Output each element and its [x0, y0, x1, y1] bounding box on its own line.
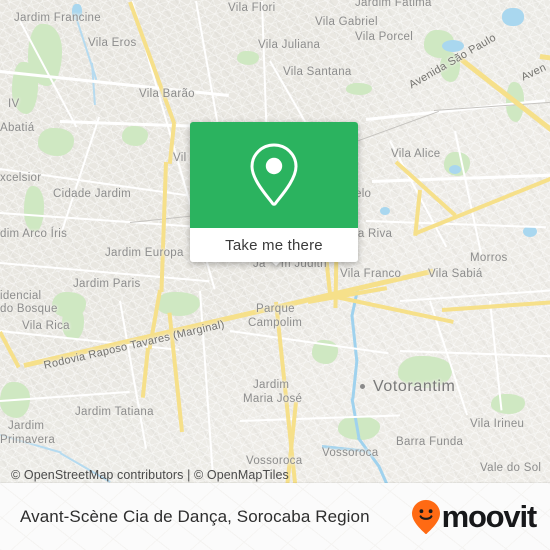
- map-label: Vila Gabriel: [315, 16, 378, 28]
- lake-area: [380, 207, 390, 215]
- map-label: Vila Flori: [228, 2, 276, 14]
- map-label: Vossoroca: [246, 455, 303, 467]
- map-pin-icon: [250, 143, 298, 206]
- take-me-there-button[interactable]: Take me there: [190, 228, 358, 262]
- footer-bar: Avant-Scène Cia de Dança, Sorocaba Regio…: [0, 483, 550, 550]
- map-label: Barra Funda: [396, 436, 464, 448]
- map-label: Campolim: [248, 317, 303, 329]
- map-label: Abatiá: [0, 122, 35, 134]
- map-label: do Bosque: [0, 303, 58, 315]
- map-label: Jardim Paris: [73, 278, 141, 290]
- map-label: Vila Juliana: [258, 39, 321, 51]
- map-label: Vale do Sol: [480, 462, 542, 474]
- map-label: Jardim Europa: [105, 247, 184, 259]
- map-label: Vila Irineu: [470, 418, 525, 430]
- park-area: [24, 186, 44, 232]
- map-label: Jardim Francine: [14, 12, 101, 24]
- map-label: Vila Barão: [139, 88, 195, 100]
- moovit-smiley-pin-icon: [411, 499, 440, 534]
- map-label: xcelsior: [0, 172, 42, 184]
- map-label: IV: [8, 98, 20, 110]
- map-label: Vila Porcel: [355, 31, 414, 43]
- map-label: Morros: [470, 252, 508, 264]
- map-label: Cidade Jardim: [53, 188, 132, 200]
- map-label: Vila Sabiá: [428, 268, 483, 280]
- map-label: Vila Alice: [391, 148, 441, 160]
- park-area: [156, 292, 200, 316]
- map-label: Jardim: [8, 420, 45, 432]
- park-area: [346, 83, 372, 95]
- moovit-logo[interactable]: moovit: [411, 499, 538, 535]
- moovit-map-screen: Jardim Francine Vila Flori Vila Gabriel Jar…: [0, 0, 550, 550]
- map-label: Vossoroca: [322, 447, 379, 459]
- map-label: la Riva: [355, 228, 393, 240]
- park-area: [237, 51, 259, 65]
- map-label: Parque: [256, 303, 295, 315]
- park-area: [38, 128, 74, 156]
- map-label: Jardim: [253, 379, 290, 391]
- map-label: Jardim Fátima: [355, 0, 432, 9]
- map-label: Vila Rica: [22, 320, 70, 332]
- map-label: Vila Santana: [283, 66, 352, 78]
- place-title: Avant-Scène Cia de Dança, Sorocaba Regio…: [20, 506, 370, 526]
- lake-area: [502, 8, 524, 26]
- map-label: Vil: [173, 152, 187, 164]
- lake-area: [449, 165, 461, 174]
- map-attribution[interactable]: © OpenStreetMap contributors | © OpenMap…: [11, 468, 289, 482]
- park-area: [122, 126, 148, 146]
- park-area: [491, 394, 525, 414]
- map-label: Primavera: [0, 434, 56, 446]
- city-marker-dot: [360, 384, 365, 389]
- map-label: Vila Franco: [340, 268, 402, 280]
- map-label: Jardim Tatiana: [75, 406, 154, 418]
- callout-image-area: [190, 122, 358, 228]
- city-label-votorantim: Votorantim: [373, 378, 456, 395]
- moovit-wordmark: moovit: [441, 499, 538, 534]
- map-label: idencial: [0, 290, 42, 302]
- map-label: Maria José: [243, 393, 303, 405]
- map-label: dim Arco Íris: [0, 228, 68, 240]
- map-label: Vila Eros: [88, 37, 137, 49]
- place-callout-card[interactable]: Take me there: [190, 122, 358, 262]
